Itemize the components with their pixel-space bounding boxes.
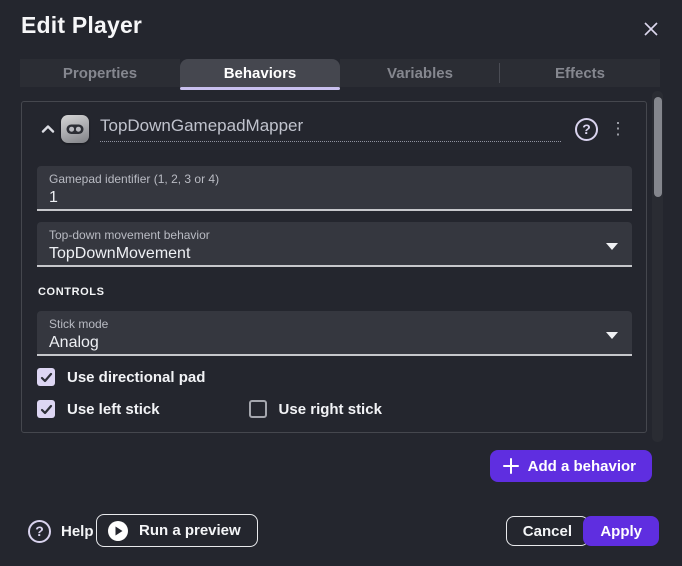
page-title: Edit Player [21,12,142,39]
plus-icon [502,457,520,475]
cancel-button[interactable]: Cancel [506,516,589,546]
chevron-up-icon [40,121,56,137]
play-icon [107,520,129,542]
tab-variables[interactable]: Variables [340,59,500,87]
help-icon: ? [28,520,51,543]
chevron-down-icon [606,332,618,339]
run-preview-button[interactable]: Run a preview [96,514,258,547]
help-button[interactable]: ? Help [28,516,94,546]
apply-button[interactable]: Apply [583,516,659,546]
tab-label: Effects [555,65,605,82]
close-x-glyph [643,21,659,37]
directional-pad-row: Use directional pad [37,368,205,386]
question-mark-glyph: ? [35,523,44,539]
tab-effects[interactable]: Effects [500,59,660,87]
tab-bar: Properties Behaviors Variables Effects [20,59,660,90]
selected-tab-underline [180,87,340,90]
field-value: 1 [49,187,620,208]
chevron-down-icon [606,243,618,250]
checkbox-label: Use left stick [67,401,160,418]
check-icon [40,403,53,416]
behavior-name-field[interactable]: TopDownGamepadMapper [100,116,561,142]
kebab-glyph: ⋮ [610,119,627,139]
checkbox-label: Use directional pad [67,369,205,386]
add-behavior-label: Add a behavior [528,458,636,475]
gamepad-icon [61,115,89,143]
close-icon[interactable] [640,18,662,40]
field-value: Analog [49,332,620,353]
tab-label: Properties [63,65,137,82]
cancel-label: Cancel [523,523,572,540]
field-label: Stick mode [49,317,620,331]
question-mark-glyph: ? [582,121,591,137]
stick-mode-select[interactable]: Stick mode Analog [37,311,632,356]
movement-behavior-select[interactable]: Top-down movement behavior TopDownMoveme… [37,222,632,267]
sticks-row: Use left stick Use right stick [37,400,382,418]
field-label: Gamepad identifier (1, 2, 3 or 4) [49,172,620,186]
directional-pad-checkbox[interactable] [37,368,55,386]
help-label: Help [61,523,94,540]
tab-properties[interactable]: Properties [20,59,180,87]
add-behavior-button[interactable]: Add a behavior [490,450,652,482]
behavior-header: TopDownGamepadMapper ? ⋮ [36,112,626,146]
apply-label: Apply [600,523,642,540]
checkbox-label: Use right stick [279,401,382,418]
field-label: Top-down movement behavior [49,228,620,242]
behavior-menu-icon[interactable]: ⋮ [610,117,626,141]
left-stick-checkbox[interactable] [37,400,55,418]
right-stick-checkbox[interactable] [249,400,267,418]
scrollbar-thumb[interactable] [654,97,662,197]
tab-label: Variables [387,65,453,82]
check-icon [40,371,53,384]
gamepad-identifier-input[interactable]: Gamepad identifier (1, 2, 3 or 4) 1 [37,166,632,211]
tab-behaviors[interactable]: Behaviors [180,59,340,87]
field-value: TopDownMovement [49,243,620,264]
behaviors-list-panel: TopDownGamepadMapper ? ⋮ Gamepad identif… [21,101,647,433]
run-preview-label: Run a preview [139,522,241,539]
tab-label: Behaviors [224,65,297,82]
collapse-behavior-button[interactable] [36,117,60,141]
controls-section-label: CONTROLS [38,286,105,298]
behavior-help-icon[interactable]: ? [575,118,598,141]
